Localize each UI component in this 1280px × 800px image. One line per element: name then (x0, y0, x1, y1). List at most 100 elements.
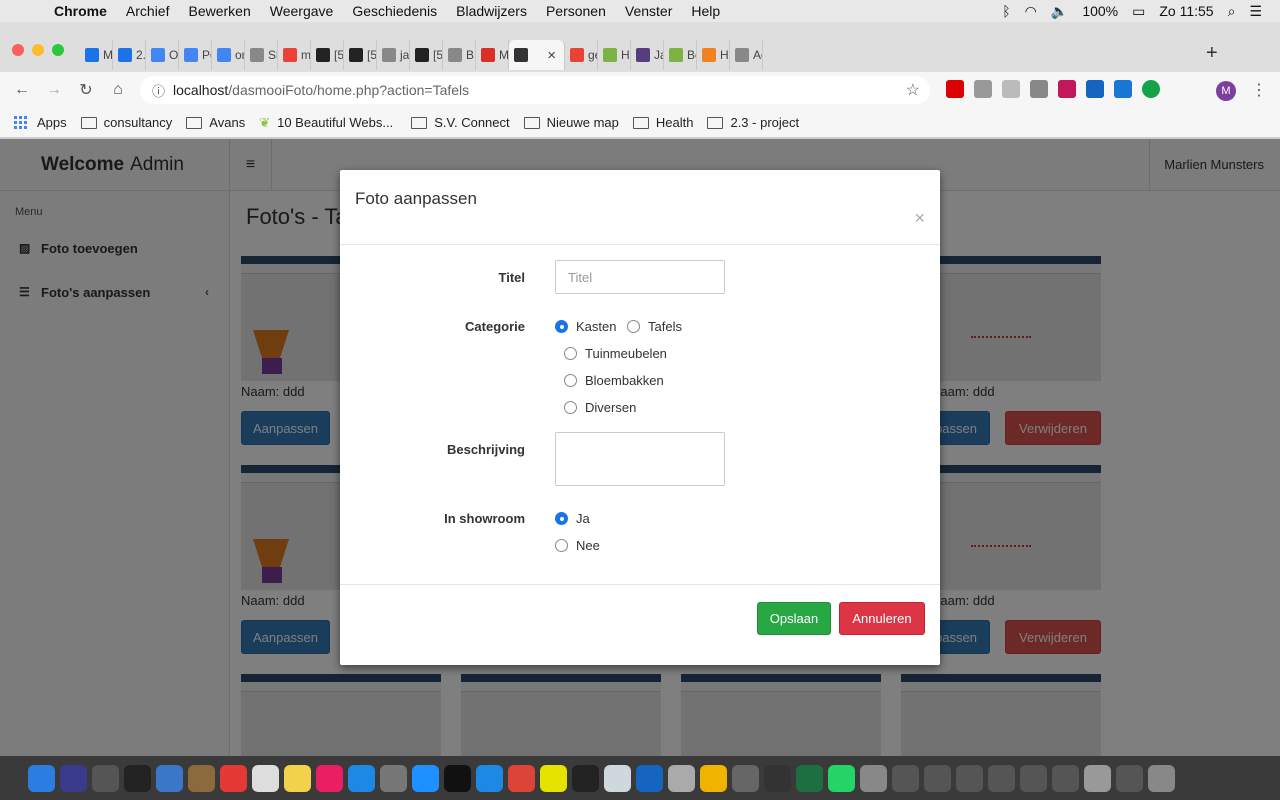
dock-app-icon[interactable] (316, 764, 343, 792)
tab[interactable]: [51 (311, 40, 344, 70)
menu-bewerken[interactable]: Bewerken (188, 3, 250, 19)
beschrijving-textarea[interactable] (555, 432, 725, 486)
dock-app-icon[interactable] (380, 764, 407, 792)
wifi-icon[interactable]: ◠ (1025, 3, 1037, 20)
dock-app-icon[interactable] (956, 764, 983, 792)
dock-app-icon[interactable] (1084, 764, 1111, 792)
menu-bladwijzers[interactable]: Bladwijzers (456, 3, 527, 19)
clock[interactable]: Zo 11:55 (1159, 3, 1213, 19)
menu-venster[interactable]: Venster (625, 3, 672, 19)
radio-unchecked-icon[interactable] (564, 401, 577, 414)
menu-geschiedenis[interactable]: Geschiedenis (352, 3, 437, 19)
address-bar[interactable]: ⓘ localhost/dasmooiFoto/home.php?action=… (140, 76, 930, 104)
dock-app-icon[interactable] (188, 764, 215, 792)
dock-app-icon[interactable] (476, 764, 503, 792)
dock-app-icon[interactable] (860, 764, 887, 792)
dock-app-icon[interactable] (252, 764, 279, 792)
forward-icon[interactable]: → (38, 81, 70, 99)
dock-app-icon[interactable] (700, 764, 727, 792)
battery-icon[interactable]: ▭ (1132, 3, 1145, 20)
bookmark-folder[interactable]: Health (632, 115, 693, 130)
menu-weergave[interactable]: Weergave (270, 3, 334, 19)
radio-tafels[interactable]: Tafels (627, 319, 682, 334)
bookmark-star-icon[interactable]: ☆ (906, 80, 920, 100)
bookmark-folder[interactable]: Avans (186, 115, 245, 130)
battery-percent[interactable]: 100% (1082, 3, 1118, 19)
tab[interactable]: On (146, 40, 179, 70)
bookmark-folder[interactable]: 2.3 - project (707, 115, 799, 130)
profile-avatar[interactable]: M (1216, 81, 1236, 101)
dock-app-icon[interactable] (1052, 764, 1079, 792)
dock-app-icon[interactable] (924, 764, 951, 792)
extension-icon[interactable] (1058, 80, 1076, 98)
menu-app-name[interactable]: Chrome (54, 3, 107, 19)
dock-app-icon[interactable] (1148, 764, 1175, 792)
tab[interactable]: Mij (80, 40, 113, 70)
shield-extension-icon[interactable] (974, 80, 992, 98)
new-tab-button[interactable]: + (1206, 42, 1218, 65)
dock-app-icon[interactable] (156, 764, 183, 792)
extension-icon[interactable] (1086, 80, 1104, 98)
dock-app-icon[interactable] (764, 764, 791, 792)
tab[interactable]: Sli (245, 40, 278, 70)
maximize-window-icon[interactable] (52, 44, 64, 56)
bookmark-apps[interactable]: Apps (14, 115, 67, 130)
cancel-button[interactable]: Annuleren (839, 602, 925, 635)
close-window-icon[interactable] (12, 44, 24, 56)
dock-app-icon[interactable] (668, 764, 695, 792)
dock-app-icon[interactable] (412, 764, 439, 792)
dock-app-icon[interactable] (28, 764, 55, 792)
tab[interactable]: [51 (344, 40, 377, 70)
extension-icon[interactable] (1002, 80, 1020, 98)
volume-icon[interactable]: 🔈 (1051, 3, 1068, 20)
close-tab-icon[interactable]: × (547, 47, 556, 64)
dock-app-icon[interactable] (572, 764, 599, 792)
dock-app-icon[interactable] (636, 764, 663, 792)
dock-app-icon[interactable] (732, 764, 759, 792)
dock-app-icon[interactable] (988, 764, 1015, 792)
notification-center-icon[interactable]: ☰ (1249, 3, 1262, 20)
radio-checked-icon[interactable] (555, 320, 568, 333)
tab[interactable]: Mi (476, 40, 509, 70)
radio-tuinmeubelen[interactable]: Tuinmeubelen (564, 346, 667, 361)
radio-kasten[interactable]: Kasten (555, 319, 616, 334)
radio-unchecked-icon[interactable] (564, 347, 577, 360)
dock-app-icon[interactable] (1020, 764, 1047, 792)
radio-bloembakken[interactable]: Bloembakken (564, 373, 664, 388)
tab[interactable]: Ho (697, 40, 730, 70)
tab[interactable]: BIN (443, 40, 476, 70)
dock-app-icon[interactable] (828, 764, 855, 792)
extension-icon[interactable] (1114, 80, 1132, 98)
tab[interactable]: Ja (631, 40, 664, 70)
tab[interactable]: Ad (730, 40, 763, 70)
menu-personen[interactable]: Personen (546, 3, 606, 19)
opera-extension-icon[interactable] (946, 80, 964, 98)
titel-input[interactable] (555, 260, 725, 294)
reload-icon[interactable]: ↻ (70, 80, 102, 100)
dock-app-icon[interactable] (60, 764, 87, 792)
tab[interactable]: one (212, 40, 245, 70)
tab[interactable]: Ho (598, 40, 631, 70)
tab-active[interactable]: × (509, 40, 565, 70)
dock-app-icon[interactable] (284, 764, 311, 792)
dock-app-icon[interactable] (604, 764, 631, 792)
dock-app-icon[interactable] (540, 764, 567, 792)
tab[interactable]: mi (278, 40, 311, 70)
save-button[interactable]: Opslaan (757, 602, 831, 635)
bookmark-folder[interactable]: S.V. Connect (411, 115, 510, 130)
bookmark-folder[interactable]: Nieuwe map (523, 115, 619, 130)
radio-unchecked-icon[interactable] (555, 539, 568, 552)
bluetooth-icon[interactable]: ᛒ (1002, 3, 1010, 19)
tab[interactable]: [51 (410, 40, 443, 70)
radio-unchecked-icon[interactable] (627, 320, 640, 333)
dock-app-icon[interactable] (220, 764, 247, 792)
menu-archief[interactable]: Archief (126, 3, 170, 19)
dock-app-icon[interactable] (892, 764, 919, 792)
radio-diversen[interactable]: Diversen (564, 400, 636, 415)
radio-unchecked-icon[interactable] (564, 374, 577, 387)
tab[interactable]: 2.1 (113, 40, 146, 70)
dock-app-icon[interactable] (124, 764, 151, 792)
tab[interactable]: Bo (664, 40, 697, 70)
menu-kebab-icon[interactable]: ⋮ (1251, 80, 1267, 100)
grammarly-icon[interactable] (1142, 80, 1160, 98)
